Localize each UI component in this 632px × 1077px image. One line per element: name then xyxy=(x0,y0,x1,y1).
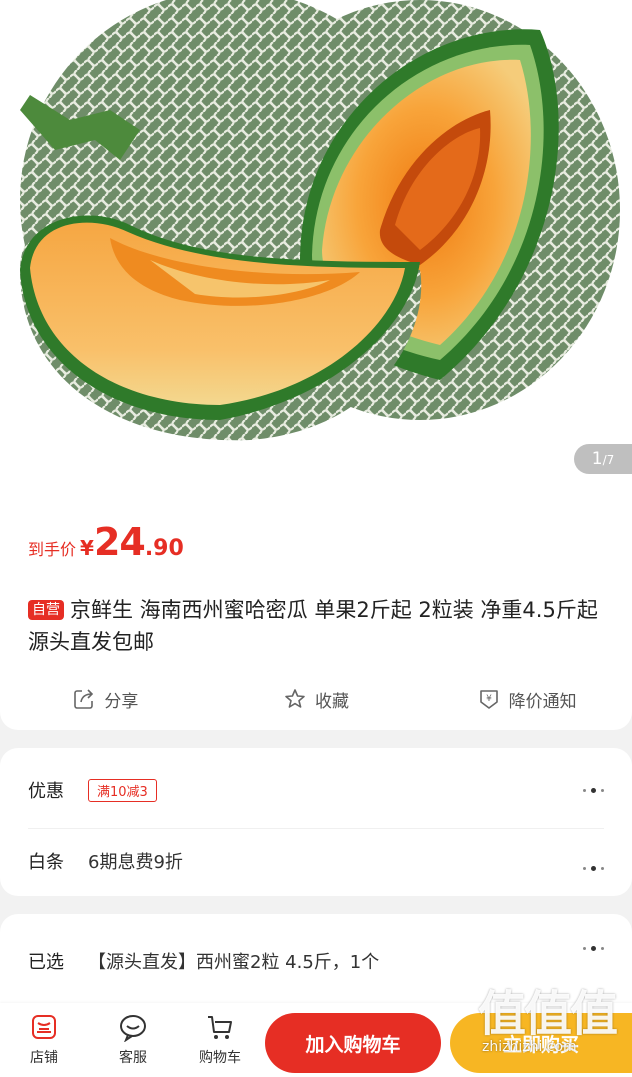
more-icon xyxy=(583,946,604,951)
share-button[interactable]: 分享 xyxy=(0,684,211,714)
product-title-text: 京鲜生 海南西州蜜哈密瓜 单果2斤起 2粒装 净重4.5斤起 源头直发包邮 xyxy=(28,598,598,654)
tab-customer-service[interactable]: 客服 xyxy=(103,1011,163,1067)
selected-text: 【源头直发】西州蜜2粒 4.5斤，1个 xyxy=(88,952,380,973)
product-actions: 分享 收藏 ¥ 降价通知 xyxy=(0,684,632,714)
more-icon xyxy=(583,866,604,871)
share-label: 分享 xyxy=(104,691,139,712)
price: 到手价 ¥ 24 .90 xyxy=(28,520,184,564)
price-decimal: .90 xyxy=(144,536,184,561)
favorite-button[interactable]: 收藏 xyxy=(211,684,422,714)
add-to-cart-button[interactable]: 加入购物车 xyxy=(265,1013,441,1073)
product-info-card: 到手价 ¥ 24 .90 自营 京鲜生 海南西州蜜哈密瓜 单果2斤起 2粒装 净重… xyxy=(0,494,632,730)
bottom-action-bar: 店铺 客服 购物车 加入购物车 立即购买 xyxy=(0,1003,632,1077)
selected-label: 已选 xyxy=(28,952,64,973)
baitiao-label: 白条 xyxy=(28,852,64,873)
tab-store[interactable]: 店铺 xyxy=(14,1011,74,1067)
price-drop-label: 降价通知 xyxy=(508,691,577,712)
baitiao-text: 6期息费9折 xyxy=(88,852,183,873)
favorite-label: 收藏 xyxy=(315,691,349,712)
price-drop-notify-button[interactable]: ¥ 降价通知 xyxy=(421,684,632,714)
divider xyxy=(28,828,604,829)
product-image-gallery[interactable]: 1/7 xyxy=(0,0,632,494)
customer-service-icon xyxy=(120,1015,146,1042)
product-title: 自营 京鲜生 海南西州蜜哈密瓜 单果2斤起 2粒装 净重4.5斤起 源头直发包邮 xyxy=(28,594,608,658)
buy-now-button[interactable]: 立即购买 xyxy=(450,1013,632,1073)
self-operated-badge: 自营 xyxy=(28,600,64,620)
melon-image xyxy=(20,0,620,441)
tab-cart-label: 购物车 xyxy=(199,1050,241,1066)
coupon-badge: 满10减3 xyxy=(88,778,157,802)
tab-store-label: 店铺 xyxy=(30,1050,58,1066)
baitiao-row[interactable]: 白条 6期息费9折 xyxy=(28,846,604,876)
tab-cart[interactable]: 购物车 xyxy=(190,1011,250,1067)
star-icon xyxy=(285,689,305,708)
price-drop-icon: ¥ xyxy=(479,690,498,709)
product-page: 1/7 到手价 ¥ 24 .90 自营 京鲜生 海南西州蜜哈密瓜 单果2斤起 2粒… xyxy=(0,0,632,1077)
price-integer: 24 xyxy=(93,520,146,564)
price-label: 到手价 xyxy=(28,540,77,559)
promotion-row[interactable]: 优惠 满10减3 xyxy=(28,775,604,805)
svg-text:¥: ¥ xyxy=(486,694,492,704)
more-icon xyxy=(583,787,604,793)
indicator-current: 1 xyxy=(591,449,603,469)
price-symbol: ¥ xyxy=(80,536,94,560)
image-page-indicator: 1/7 xyxy=(574,444,632,474)
promotion-label: 优惠 xyxy=(28,781,64,802)
indicator-total: /7 xyxy=(602,453,615,467)
share-icon xyxy=(74,689,94,709)
selected-spec-row[interactable]: 已选 【源头直发】西州蜜2粒 4.5斤，1个 xyxy=(28,946,604,976)
store-icon xyxy=(32,1015,56,1039)
promotion-card: 优惠 满10减3 白条 6期息费9折 xyxy=(0,748,632,896)
tab-customer-service-label: 客服 xyxy=(119,1050,147,1066)
cart-icon xyxy=(208,1016,232,1039)
